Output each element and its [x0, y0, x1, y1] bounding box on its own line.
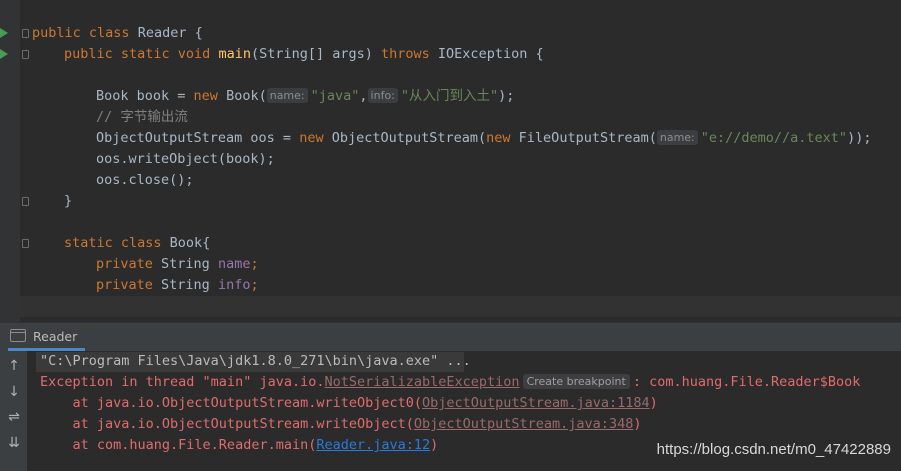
editor-gutter — [0, 0, 20, 322]
run-toolbar: ↑ ↓ ⇌ ⇊ — [0, 351, 27, 471]
source-link[interactable]: ObjectOutputStream.java:1184 — [422, 395, 650, 411]
param-hint: info: — [367, 88, 398, 103]
code-line-9: } — [64, 193, 73, 209]
code-comment: // 字节输出流 — [96, 109, 188, 125]
code-line-8: oos.close(); — [96, 172, 194, 188]
watermark: https://blog.csdn.net/m0_47422889 — [656, 441, 891, 458]
code-line-13: private String info; — [96, 277, 259, 293]
code-line-6: ObjectOutputStream oos = new ObjectOutpu… — [96, 130, 872, 146]
arrow-down-icon[interactable]: ↓ — [5, 383, 23, 401]
current-line-highlight — [20, 296, 901, 317]
run-gutter-icon[interactable] — [0, 28, 8, 38]
stack-trace-line: at java.io.ObjectOutputStream.writeObjec… — [40, 416, 642, 432]
source-link[interactable]: ObjectOutputStream.java:348 — [414, 416, 633, 432]
arrow-up-icon[interactable]: ↑ — [5, 357, 23, 375]
code-line-12: private String name; — [96, 256, 259, 272]
tab-reader[interactable]: Reader — [8, 323, 86, 351]
run-gutter-icon[interactable] — [0, 49, 8, 59]
code-line-11: static class Book{ — [64, 235, 211, 251]
console-exception-line: Exception in thread "main" java.io.NotSe… — [40, 374, 861, 390]
scroll-to-end-icon[interactable]: ⇊ — [5, 434, 23, 452]
param-hint: name: — [266, 88, 308, 103]
create-breakpoint-hint[interactable]: Create breakpoint — [522, 374, 630, 389]
run-panel-header: Reader — [0, 322, 901, 351]
soft-wrap-icon[interactable]: ⇌ — [5, 408, 23, 426]
param-hint: name: — [656, 130, 698, 145]
fold-icon[interactable] — [22, 239, 29, 248]
code-line-7: oos.writeObject(book); — [96, 151, 275, 167]
console-tab-icon — [10, 329, 26, 342]
fold-icon[interactable] — [22, 29, 29, 38]
code-editor[interactable]: public class Reader { public static void… — [0, 0, 901, 322]
source-link[interactable]: Reader.java:12 — [316, 437, 430, 453]
fold-icon[interactable] — [22, 197, 29, 206]
stack-trace-line: at java.io.ObjectOutputStream.writeObjec… — [40, 395, 658, 411]
fold-icon[interactable] — [22, 50, 29, 59]
console-command-line: "C:\Program Files\Java\jdk1.8.0_271\bin\… — [40, 353, 471, 369]
code-line-2: public static void main(String[] args) t… — [64, 46, 544, 62]
stack-trace-line: at com.huang.File.Reader.main(Reader.jav… — [40, 437, 439, 453]
code-line-4: Book book = new Book(name: "java", info: "从… — [96, 88, 515, 104]
exception-class-link[interactable]: NotSerializableException — [324, 374, 519, 390]
tab-label: Reader — [33, 329, 78, 344]
code-line-1: public class Reader { — [32, 25, 203, 41]
